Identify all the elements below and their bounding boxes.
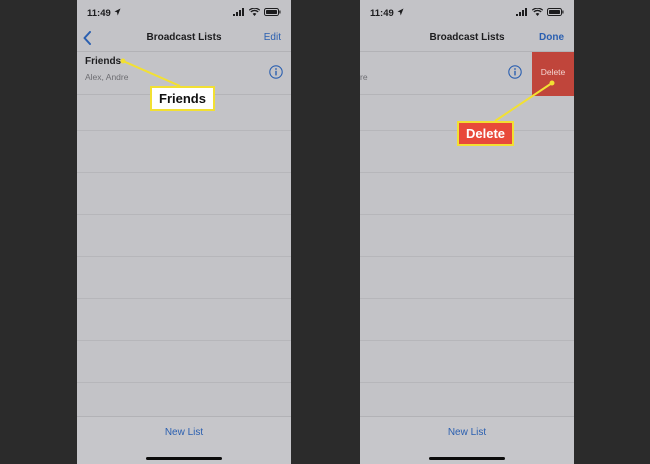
status-icons <box>233 8 281 16</box>
delete-callout: Delete <box>457 121 515 146</box>
location-arrow-icon <box>397 8 404 19</box>
done-button[interactable]: Done <box>539 32 564 43</box>
signal-icon <box>516 8 527 16</box>
nav-bar: Broadcast Lists Done <box>360 24 574 52</box>
bottom-toolbar: New List <box>360 416 574 464</box>
status-bar: 11:49 <box>360 0 574 24</box>
nav-bar: Broadcast Lists Edit <box>77 24 291 52</box>
new-list-button[interactable]: New List <box>360 427 574 438</box>
friends-callout: Friends <box>150 86 215 111</box>
page-title: Broadcast Lists <box>146 32 222 43</box>
status-time: 11:49 <box>370 8 394 19</box>
home-indicator[interactable] <box>146 457 222 460</box>
location-arrow-icon <box>114 8 121 19</box>
status-time: 11:49 <box>87 8 111 19</box>
list-separator <box>77 298 291 299</box>
status-icons <box>516 8 564 16</box>
list-separator <box>360 340 574 341</box>
list-row-subtitle-fragment: re <box>360 72 368 82</box>
list-separator <box>77 340 291 341</box>
wifi-icon <box>532 8 543 16</box>
battery-icon <box>264 8 281 16</box>
list-separator <box>360 298 574 299</box>
list-separator <box>77 382 291 383</box>
list-separator <box>77 214 291 215</box>
list-separator <box>360 256 574 257</box>
status-bar: 11:49 <box>77 0 291 24</box>
info-icon[interactable] <box>269 65 283 79</box>
new-list-button[interactable]: New List <box>77 427 291 438</box>
list-separator <box>77 130 291 131</box>
list-separator <box>360 214 574 215</box>
list-separator <box>360 172 574 173</box>
wifi-icon <box>249 8 260 16</box>
list-separator <box>77 256 291 257</box>
list-row-title: Friends <box>85 56 122 67</box>
list-separator <box>77 172 291 173</box>
delete-button[interactable]: Delete <box>532 52 574 96</box>
signal-icon <box>233 8 244 16</box>
phone-screen-left: 11:49 Broadcast Lists Edit Friends Alex,… <box>77 0 291 464</box>
list-row-subtitle: Alex, Andre <box>85 72 129 82</box>
phone-screen-right: 11:49 Broadcast Lists Done re Delete New… <box>360 0 574 464</box>
edit-button[interactable]: Edit <box>264 32 281 43</box>
info-icon[interactable] <box>508 65 522 79</box>
home-indicator[interactable] <box>429 457 505 460</box>
bottom-toolbar: New List <box>77 416 291 464</box>
battery-icon <box>547 8 564 16</box>
list-separator <box>360 382 574 383</box>
